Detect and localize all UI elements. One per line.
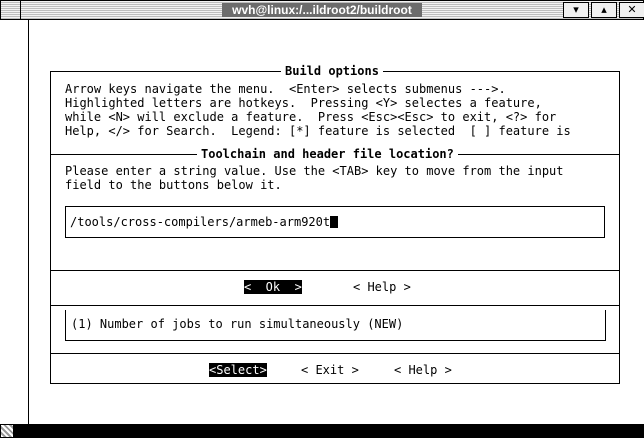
build-options-separator (51, 353, 619, 354)
help-line-3: while <N> will exclude a feature. Press … (65, 110, 557, 124)
toolchain-dialog: Toolchain and header file location? Plea… (50, 147, 620, 306)
help-line-4: Help, </> for Search. Legend: [*] featur… (65, 124, 571, 138)
dialog-prompt-line-2: field to the buttons below it. (65, 178, 282, 192)
help-line-1: Arrow keys navigate the menu. <Enter> se… (65, 82, 506, 96)
menu-item-jobs[interactable]: (1) Number of jobs to run simultaneously… (71, 317, 403, 331)
window-title: wvh@linux:/...ildroot2/buildroot (1, 1, 643, 19)
help-button[interactable]: < Help > (394, 363, 452, 377)
menu-list-right-border (605, 310, 606, 340)
menu-list-bottom-border (65, 340, 606, 341)
terminal-left-border (28, 20, 29, 424)
exit-button[interactable]: < Exit > (301, 363, 359, 377)
help-line-2: Highlighted letters are hotkeys. Pressin… (65, 96, 542, 110)
menu-down-icon[interactable]: ▾ (563, 2, 589, 18)
dialog-title: Toolchain and header file location? (197, 147, 458, 161)
dialog-separator (51, 270, 619, 271)
ok-button[interactable]: < Ok > (244, 280, 302, 294)
dialog-prompt-line-1: Please enter a string value. Use the <TA… (65, 164, 564, 178)
window-titlebar[interactable]: wvh@linux:/...ildroot2/buildroot ▾ ▴ ✕ (0, 0, 644, 20)
build-options-title: Build options (281, 64, 383, 78)
resize-grip-icon[interactable] (0, 424, 14, 438)
select-button[interactable]: <Select> (209, 363, 267, 377)
menu-list-left-border (65, 310, 66, 340)
status-bar (0, 424, 644, 438)
maximize-icon[interactable]: ▴ (591, 2, 617, 18)
text-cursor (330, 216, 339, 228)
dialog-help-button[interactable]: < Help > (353, 280, 411, 294)
toolchain-path-input[interactable]: /tools/cross-compilers/armeb-arm920t (65, 206, 605, 238)
close-icon[interactable]: ✕ (619, 2, 644, 18)
input-value: /tools/cross-compilers/armeb-arm920t (70, 215, 331, 229)
